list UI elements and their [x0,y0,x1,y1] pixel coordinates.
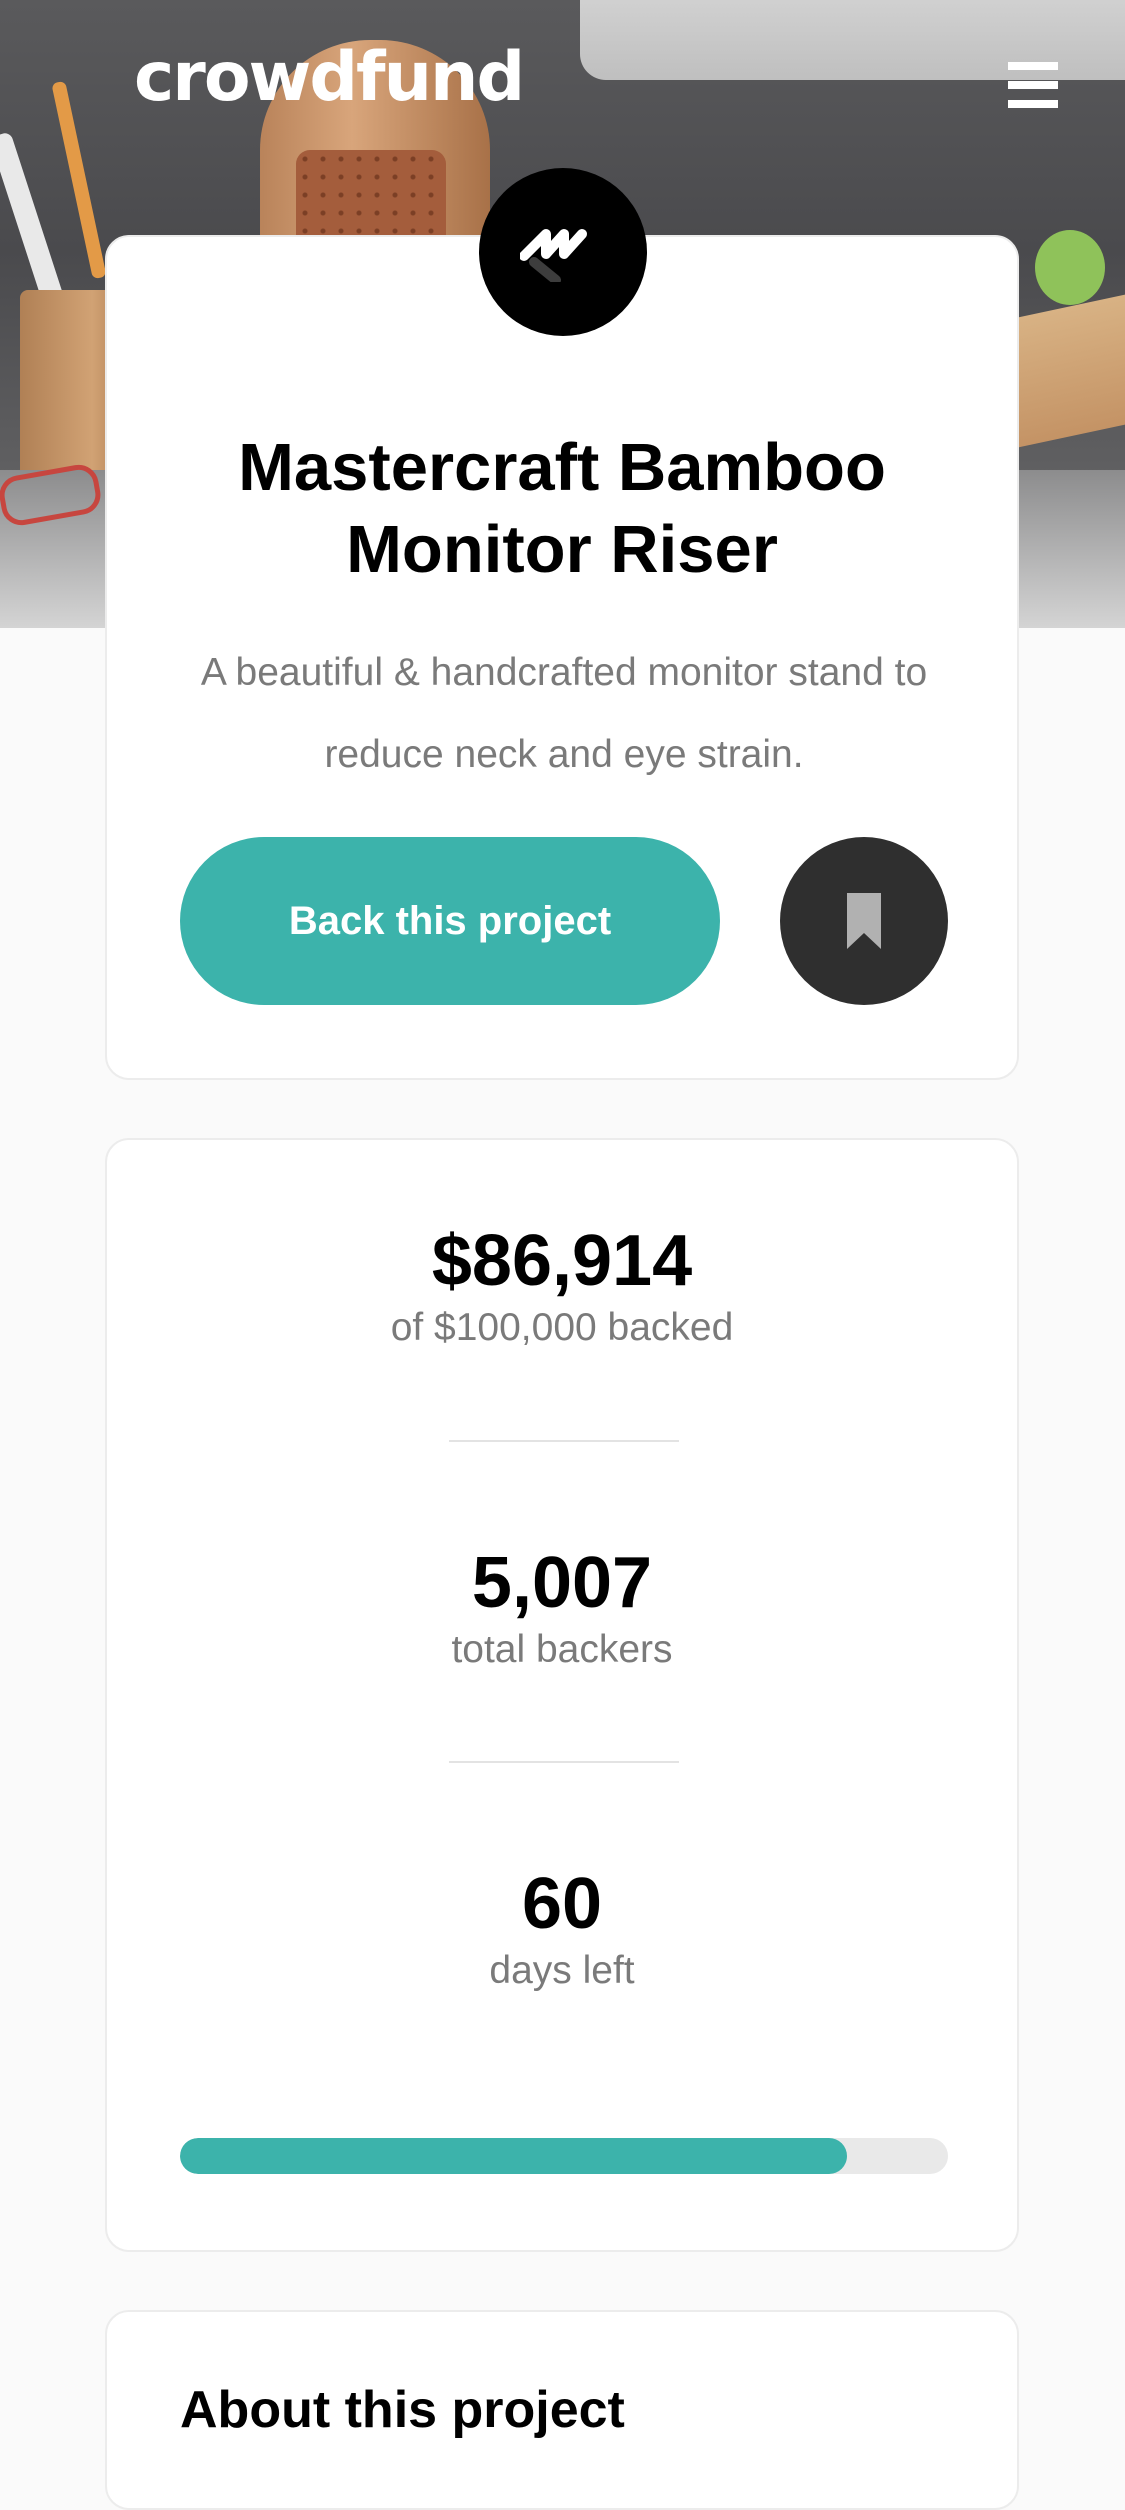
hamburger-line [1008,100,1058,108]
about-card: About this project [105,2310,1019,2510]
bookmark-icon [847,893,881,949]
days-left-stat: 60 days left [107,1863,1017,1995]
backed-label: of $100,000 backed [390,1306,734,1349]
backed-amount: $86,914 [431,1221,693,1301]
hamburger-line [1008,81,1058,89]
hamburger-icon[interactable] [1008,62,1058,108]
bookmark-button[interactable] [780,837,948,1005]
days-left-count: 60 [521,1864,603,1944]
crowdfund-logo[interactable]: crowdfund [134,38,525,117]
mastercraft-logo-svg [520,229,587,282]
project-title: Mastercraft Bamboo Monitor Riser [238,430,886,587]
backed-stat: $86,914 of $100,000 backed [107,1220,1017,1352]
project-description: A beautiful & handcrafted monitor stand … [200,651,928,776]
stat-divider [449,1761,679,1763]
stats-card: $86,914 of $100,000 backed 5,007 total b… [105,1138,1019,2252]
progress-bar-fill [180,2138,848,2174]
backers-count: 5,007 [471,1543,653,1623]
toy-figure-shape [1035,230,1105,305]
project-card: Mastercraft Bamboo Monitor Riser A beaut… [105,235,1019,1080]
back-project-button[interactable]: Back this project [180,837,720,1005]
backers-label: total backers [451,1628,673,1671]
pencil-shape [51,80,107,280]
about-heading: About this project [180,2381,625,2439]
hamburger-line [1008,62,1058,70]
backers-stat: 5,007 total backers [107,1542,1017,1674]
progress-bar [180,2138,948,2174]
days-left-label: days left [489,1949,635,1992]
mastercraft-logo-icon [479,168,647,336]
stat-divider [449,1440,679,1442]
